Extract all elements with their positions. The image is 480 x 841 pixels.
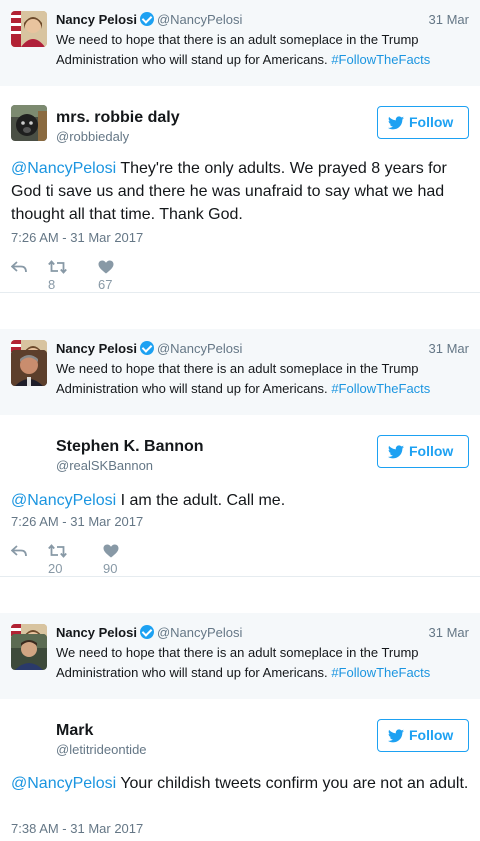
quoted-text: We need to hope that there is an adult s… xyxy=(56,359,471,398)
retweet-count: 8 xyxy=(48,277,56,292)
quoted-author-name[interactable]: Nancy Pelosi xyxy=(56,12,137,27)
twitter-bird-icon xyxy=(388,729,404,743)
hashtag-link[interactable]: #FollowTheFacts xyxy=(331,665,430,680)
quoted-text: We need to hope that there is an adult s… xyxy=(56,30,471,69)
twitter-bird-icon xyxy=(388,116,404,130)
follow-label: Follow xyxy=(409,114,454,130)
like-button[interactable]: 90 xyxy=(103,542,119,576)
thread-2: Nancy Pelosi @NancyPelosi 31 Mar We need … xyxy=(0,329,480,577)
quoted-tweet[interactable]: Nancy Pelosi @NancyPelosi 31 Mar We need … xyxy=(0,0,480,86)
reply-text: @NancyPelosi Your childish tweets confir… xyxy=(11,772,471,795)
like-count: 67 xyxy=(98,277,113,292)
reply-button[interactable] xyxy=(10,258,27,276)
heart-icon xyxy=(103,544,119,558)
retweet-icon xyxy=(48,260,67,274)
follow-label: Follow xyxy=(409,443,454,459)
retweet-button[interactable]: 20 xyxy=(48,542,67,576)
reply-timestamp[interactable]: 7:38 AM - 31 Mar 2017 xyxy=(11,821,143,836)
reply-body: Your childish tweets confirm you are not… xyxy=(116,775,469,792)
quoted-author-name[interactable]: Nancy Pelosi xyxy=(56,625,137,640)
follow-label: Follow xyxy=(409,727,454,743)
like-button[interactable]: 67 xyxy=(98,258,114,292)
reply-icon xyxy=(10,545,27,557)
verified-badge-icon xyxy=(139,341,154,355)
reply-body: I am the adult. Call me. xyxy=(116,492,286,509)
mention-link[interactable]: @NancyPelosi xyxy=(11,775,116,792)
reply-author-name[interactable]: Stephen K. Bannon xyxy=(56,437,204,457)
verified-badge-icon xyxy=(139,625,154,639)
reply-timestamp[interactable]: 7:26 AM - 31 Mar 2017 xyxy=(11,514,143,529)
follow-button[interactable]: Follow xyxy=(377,719,469,752)
pelosi-avatar[interactable] xyxy=(11,11,47,47)
quoted-header: Nancy Pelosi @NancyPelosi 31 Mar xyxy=(56,340,469,358)
follow-button[interactable]: Follow xyxy=(377,435,469,468)
reply-text: @NancyPelosi I am the adult. Call me. xyxy=(11,489,471,512)
thread-1: Nancy Pelosi @NancyPelosi 31 Mar We need … xyxy=(0,0,480,293)
reply-author-handle[interactable]: @robbiedaly xyxy=(56,129,129,144)
reply-author-handle[interactable]: @letitrideontide xyxy=(56,742,147,757)
heart-icon xyxy=(98,260,114,274)
quoted-tweet[interactable]: Nancy Pelosi @NancyPelosi 31 Mar We need … xyxy=(0,329,480,415)
quoted-text: We need to hope that there is an adult s… xyxy=(56,643,471,682)
reply-button[interactable] xyxy=(10,542,27,560)
divider xyxy=(0,576,480,577)
mention-link[interactable]: @NancyPelosi xyxy=(11,492,116,509)
thread-3: Nancy Pelosi @NancyPelosi 31 Mar We need … xyxy=(0,613,480,836)
quoted-author-handle[interactable]: @NancyPelosi xyxy=(157,341,242,356)
follow-button[interactable]: Follow xyxy=(377,106,469,139)
bannon-avatar[interactable] xyxy=(11,350,47,386)
like-count: 90 xyxy=(103,561,118,576)
twitter-bird-icon xyxy=(388,445,404,459)
robbiedaly-avatar[interactable] xyxy=(11,105,47,141)
reply-timestamp[interactable]: 7:26 AM - 31 Mar 2017 xyxy=(11,230,143,245)
quoted-date[interactable]: 31 Mar xyxy=(429,340,469,358)
reply-author-handle[interactable]: @realSKBannon xyxy=(56,458,153,473)
retweet-count: 20 xyxy=(48,561,63,576)
quoted-date[interactable]: 31 Mar xyxy=(429,624,469,642)
quoted-header: Nancy Pelosi @NancyPelosi 31 Mar xyxy=(56,624,469,642)
quoted-tweet[interactable]: Nancy Pelosi @NancyPelosi 31 Mar We need … xyxy=(0,613,480,699)
quoted-author-handle[interactable]: @NancyPelosi xyxy=(157,625,242,640)
reply-text: @NancyPelosi They're the only adults. We… xyxy=(11,157,471,226)
reply-icon xyxy=(10,261,27,273)
mark-avatar[interactable] xyxy=(11,634,47,670)
retweet-icon xyxy=(48,544,67,558)
retweet-button[interactable]: 8 xyxy=(48,258,67,292)
quoted-author-handle[interactable]: @NancyPelosi xyxy=(157,12,242,27)
hashtag-link[interactable]: #FollowTheFacts xyxy=(331,381,430,396)
divider xyxy=(0,292,480,293)
quoted-date[interactable]: 31 Mar xyxy=(429,11,469,29)
hashtag-link[interactable]: #FollowTheFacts xyxy=(331,52,430,67)
reply-author-name[interactable]: mrs. robbie daly xyxy=(56,108,180,128)
quoted-author-name[interactable]: Nancy Pelosi xyxy=(56,341,137,356)
quoted-header: Nancy Pelosi @NancyPelosi 31 Mar xyxy=(56,11,469,29)
reply-author-name[interactable]: Mark xyxy=(56,721,93,741)
verified-badge-icon xyxy=(139,12,154,26)
mention-link[interactable]: @NancyPelosi xyxy=(11,160,116,177)
